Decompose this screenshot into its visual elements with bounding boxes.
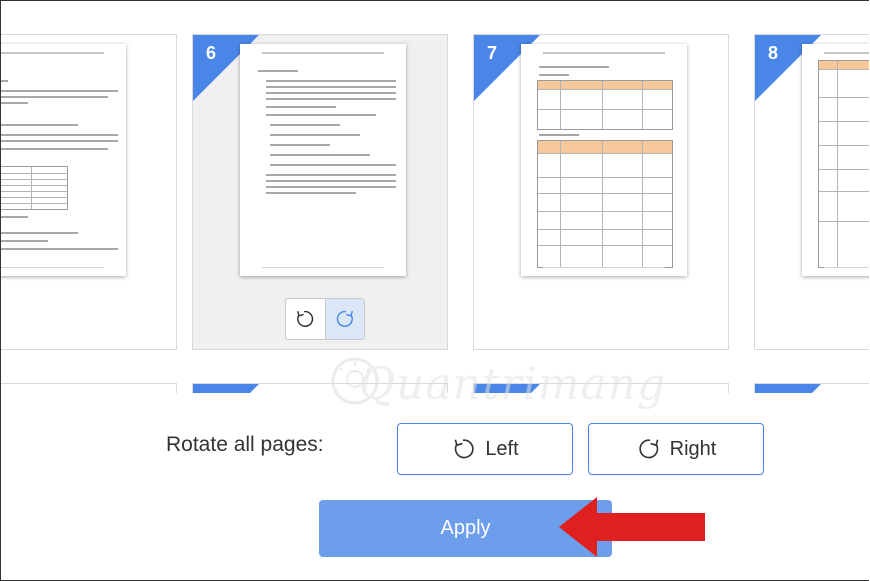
rotate-all-right-label: Right — [669, 437, 717, 460]
page-thumbnail — [521, 44, 687, 276]
red-arrow-annotation-icon — [559, 497, 705, 557]
page-number: 7 — [487, 43, 498, 63]
page-thumbnail — [802, 44, 869, 276]
page-rotate-controls — [285, 298, 365, 340]
page-number: 8 — [768, 43, 779, 63]
page-card-8[interactable]: 8 — [754, 34, 869, 350]
rotate-all-left-button[interactable]: Left — [397, 423, 573, 475]
rotate-ccw-icon — [454, 439, 474, 459]
page-card-12[interactable] — [754, 383, 869, 393]
page-thumbnail — [240, 44, 406, 276]
rotate-all-label: Rotate all pages: — [166, 433, 324, 456]
rotate-cw-icon — [336, 310, 354, 327]
page-card-6[interactable]: 6 — [192, 34, 448, 350]
rotate-ccw-icon — [296, 310, 314, 327]
page-card-11[interactable] — [473, 383, 729, 393]
page-number: 6 — [206, 43, 217, 63]
rotate-all-left-label: Left — [485, 437, 519, 460]
rotate-page-right-button[interactable] — [325, 299, 364, 339]
rotate-page-left-button[interactable] — [286, 299, 324, 339]
page-thumbnail — [1, 44, 126, 276]
page-thumbnail-grid: 6 7 8 — [1, 1, 869, 393]
page-card-10[interactable] — [192, 383, 448, 393]
page-card-9[interactable] — [1, 383, 177, 393]
rotate-cw-icon — [639, 439, 659, 459]
page-card-7[interactable]: 7 — [473, 34, 729, 350]
rotate-all-right-button[interactable]: Right — [588, 423, 764, 475]
page-card-5[interactable] — [1, 34, 177, 350]
rotate-pages-panel: 6 7 8 Quantrimang Rotate all pages: Left… — [0, 0, 869, 581]
